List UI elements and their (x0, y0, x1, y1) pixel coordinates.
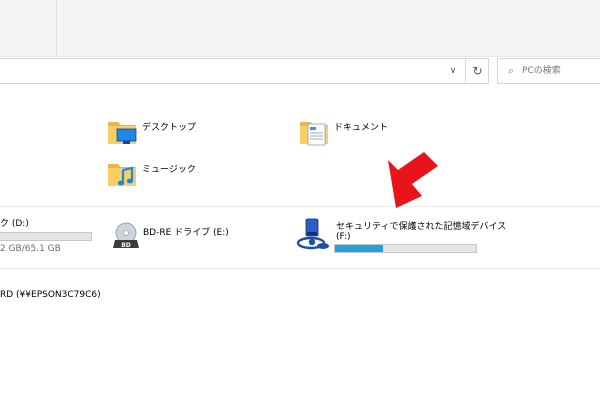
ribbon-area (0, 0, 600, 57)
drive-label-e[interactable]: BD-RE ドライブ (E:) (143, 225, 229, 238)
folder-label-desktop[interactable]: デスクトップ (142, 120, 196, 133)
address-bar[interactable] (0, 58, 489, 84)
section-divider-2 (0, 268, 600, 269)
secure-storage-icon[interactable] (296, 216, 332, 252)
search-input[interactable] (522, 62, 600, 80)
bd-drive-icon[interactable]: BD (112, 222, 140, 250)
network-location-label[interactable]: RD (¥¥EPSON3C79C6) (0, 290, 101, 300)
desktop-folder-icon[interactable] (106, 116, 138, 148)
bd-badge: BD (121, 242, 131, 249)
music-folder-icon[interactable] (106, 158, 138, 190)
drive-label-f[interactable]: セキュリティで保護された記憶域デバイス (336, 219, 506, 232)
drive-d-usage-bar (0, 232, 92, 241)
folder-label-documents[interactable]: ドキュメント (334, 120, 388, 133)
drive-d-space: 2 GB/65.1 GB (0, 244, 61, 254)
red-arrow-annotation (388, 152, 438, 208)
address-dropdown-button[interactable]: ∨ (441, 58, 465, 84)
drive-label-d[interactable]: ク (D:) (0, 216, 29, 229)
drive-f-usage-fill (335, 245, 383, 252)
ribbon-separator (56, 0, 57, 56)
refresh-icon: ↻ (472, 64, 483, 78)
chevron-down-icon: ∨ (449, 66, 457, 76)
section-divider (0, 206, 600, 207)
documents-folder-icon[interactable] (298, 116, 330, 148)
search-box[interactable]: ⌕ (497, 58, 600, 84)
search-icon: ⌕ (508, 64, 515, 77)
drive-f-letter: (F:) (336, 232, 351, 242)
refresh-button[interactable]: ↻ (465, 58, 489, 84)
drive-f-usage-bar (334, 244, 477, 253)
folder-label-music[interactable]: ミュージック (142, 162, 196, 175)
